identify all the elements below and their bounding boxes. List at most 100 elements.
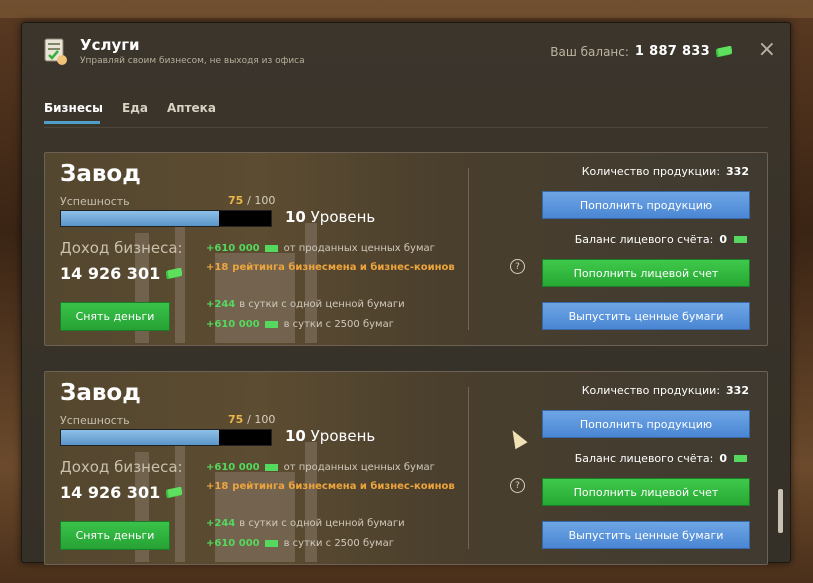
income-line-securities: +610 000 от проданных ценных бумаг — [206, 243, 435, 254]
line-text: в сутки с 2500 бумаг — [283, 319, 394, 330]
success-progress: 75 / 100 — [228, 194, 275, 207]
account-balance-value: 0 — [719, 233, 727, 246]
income-value: 14 926 301 — [60, 483, 161, 502]
progress-value: 75 — [228, 413, 244, 426]
active-tab-indicator — [44, 121, 100, 124]
income-line-per-2500: +610 000 в сутки с 2500 бумаг — [206, 538, 394, 549]
income-value: 14 926 301 — [60, 264, 161, 283]
line-value: +610 000 — [206, 243, 260, 254]
line-value: +610 000 — [206, 319, 260, 330]
income-line-per-2500: +610 000 в сутки с 2500 бумаг — [206, 319, 394, 330]
success-progress: 75 / 100 — [228, 413, 275, 426]
line-value: +18 — [206, 262, 229, 273]
line-text: рейтинга бизнесмена и бизнес-коинов — [232, 481, 455, 492]
scrollbar-thumb[interactable] — [778, 489, 783, 533]
success-bar — [60, 429, 272, 446]
income-label: Доход бизнеса: — [60, 239, 183, 257]
account-balance-row: Баланс лицевого счёта: 0 — [575, 452, 749, 465]
tab-businesses[interactable]: Бизнесы — [44, 101, 103, 115]
success-bar-fill — [61, 211, 219, 226]
level-number: 10 — [285, 208, 306, 226]
business-card: Завод Успешность 75 / 100 10 Уровень Дох… — [44, 152, 768, 346]
line-text: рейтинга бизнесмена и бизнес-коинов — [232, 262, 455, 273]
line-text: от проданных ценных бумаг — [283, 243, 435, 254]
cash-icon — [264, 540, 278, 547]
success-bar — [60, 210, 272, 227]
account-balance-value: 0 — [719, 452, 727, 465]
income-value-row: 14 926 301 — [60, 264, 183, 283]
cash-icon — [166, 487, 183, 498]
refill-products-button[interactable]: Пополнить продукцию — [542, 191, 750, 219]
line-text: в сутки с 2500 бумаг — [283, 538, 394, 549]
refill-account-button[interactable]: Пополнить лицевой счет — [542, 478, 750, 506]
window-subtitle: Управляй своим бизнесом, не выходя из оф… — [80, 56, 305, 66]
services-window: Услуги Управляй своим бизнесом, не выход… — [21, 22, 791, 565]
business-title: Завод — [60, 161, 141, 187]
background-wall — [0, 0, 813, 18]
help-icon[interactable]: ? — [510, 259, 525, 274]
account-balance-label: Баланс лицевого счёта: — [574, 452, 714, 465]
line-value: +244 — [206, 518, 236, 529]
success-label: Успешность — [60, 195, 130, 208]
line-value: +244 — [206, 299, 236, 310]
line-text: в сутки с одной ценной бумаги — [239, 518, 405, 529]
cash-icon — [734, 236, 747, 243]
line-text: от проданных ценных бумаг — [283, 462, 435, 473]
tab-pharmacy[interactable]: Аптека — [167, 101, 216, 115]
products-label: Количество продукции: — [581, 165, 721, 178]
income-line-per-security: +244 в сутки с одной ценной бумаги — [206, 518, 405, 529]
income-line-per-security: +244 в сутки с одной ценной бумаги — [206, 299, 405, 310]
close-icon[interactable]: × — [758, 39, 776, 61]
line-value: +610 000 — [206, 538, 260, 549]
cash-icon — [264, 245, 278, 252]
help-icon[interactable]: ? — [510, 478, 525, 493]
balance-display: Ваш баланс: 1 887 833 — [550, 44, 732, 59]
progress-total: / 100 — [247, 194, 276, 207]
level-display: 10 Уровень — [285, 427, 375, 445]
products-row: Количество продукции: 332 — [582, 165, 749, 178]
balance-value: 1 887 833 — [634, 44, 710, 59]
business-card: Завод Успешность 75 / 100 10 Уровень Дох… — [44, 371, 768, 565]
card-divider — [468, 168, 469, 330]
income-line-rating: +18 рейтинга бизнесмена и бизнес-коинов — [206, 262, 455, 273]
income-line-rating: +18 рейтинга бизнесмена и бизнес-коинов — [206, 481, 455, 492]
account-balance-row: Баланс лицевого счёта: 0 — [575, 233, 749, 246]
card-divider — [468, 387, 469, 549]
progress-value: 75 — [228, 194, 244, 207]
level-display: 10 Уровень — [285, 208, 375, 226]
cash-icon — [734, 455, 747, 462]
cash-icon — [264, 464, 278, 471]
progress-total: / 100 — [247, 413, 276, 426]
products-value: 332 — [726, 165, 749, 178]
income-value-row: 14 926 301 — [60, 483, 183, 502]
success-bar-fill — [61, 430, 219, 445]
line-text: в сутки с одной ценной бумаги — [239, 299, 405, 310]
account-balance-label: Баланс лицевого счёта: — [574, 233, 714, 246]
issue-securities-button[interactable]: Выпустить ценные бумаги — [542, 521, 750, 549]
products-label: Количество продукции: — [581, 384, 721, 397]
line-value: +610 000 — [206, 462, 260, 473]
window-title: Услуги — [80, 36, 140, 54]
level-number: 10 — [285, 427, 306, 445]
refill-account-button[interactable]: Пополнить лицевой счет — [542, 259, 750, 287]
products-value: 332 — [726, 384, 749, 397]
level-word: Уровень — [310, 208, 376, 226]
line-value: +18 — [206, 481, 229, 492]
tab-food[interactable]: Еда — [122, 101, 148, 115]
success-label: Успешность — [60, 414, 130, 427]
cash-icon — [716, 46, 732, 57]
issue-securities-button[interactable]: Выпустить ценные бумаги — [542, 302, 750, 330]
services-app-icon — [44, 38, 67, 65]
balance-label: Ваш баланс: — [550, 44, 629, 59]
products-row: Количество продукции: 332 — [582, 384, 749, 397]
income-line-securities: +610 000 от проданных ценных бумаг — [206, 462, 435, 473]
level-word: Уровень — [310, 427, 376, 445]
refill-products-button[interactable]: Пополнить продукцию — [542, 410, 750, 438]
withdraw-button[interactable]: Снять деньги — [60, 302, 170, 331]
tab-bar: Бизнесы Еда Аптека — [44, 97, 768, 128]
cash-icon — [264, 321, 278, 328]
withdraw-button[interactable]: Снять деньги — [60, 521, 170, 550]
business-title: Завод — [60, 380, 141, 406]
income-label: Доход бизнеса: — [60, 458, 183, 476]
cash-icon — [166, 268, 183, 279]
